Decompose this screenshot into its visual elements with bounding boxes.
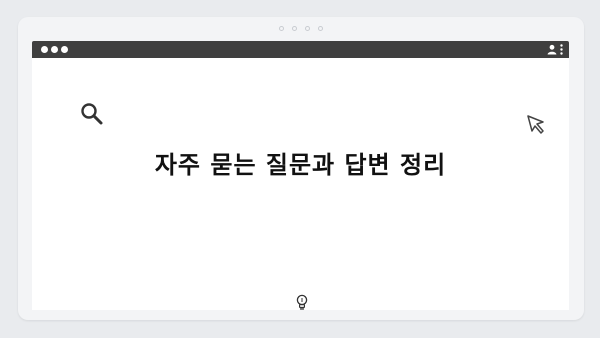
window-close-button[interactable] [41, 46, 48, 53]
window-maximize-button[interactable] [61, 46, 68, 53]
camera-dot [318, 26, 323, 31]
camera-dot [305, 26, 310, 31]
lightbulb-icon [296, 294, 308, 310]
window-controls [41, 46, 68, 53]
camera-dots [18, 26, 584, 31]
kebab-menu-icon[interactable] [560, 44, 563, 55]
account-icon[interactable] [547, 44, 557, 55]
page-title: 자주 묻는 질문과 답변 정리 [154, 151, 447, 179]
page-content: 자주 묻는 질문과 답변 정리 [32, 58, 569, 310]
browser-toolbar [32, 41, 569, 58]
cursor-arrow-icon [527, 115, 544, 134]
search-icon[interactable] [79, 101, 105, 127]
camera-dot [279, 26, 284, 31]
toolbar-actions [547, 44, 563, 55]
device-frame: 자주 묻는 질문과 답변 정리 [18, 17, 584, 320]
camera-dot [292, 26, 297, 31]
window-minimize-button[interactable] [51, 46, 58, 53]
